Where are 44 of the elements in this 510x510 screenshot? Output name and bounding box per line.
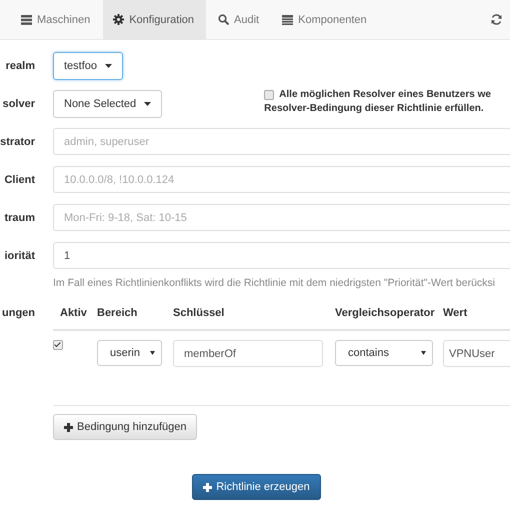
input-field[interactable]: memberOf [173,340,323,367]
input-field[interactable]: VPNUser [443,340,510,367]
field-label: traum [3,211,35,226]
caret-icon [421,351,426,355]
column-header: Aktiv [53,299,97,331]
nav-tab[interactable]: Komponenten [282,0,378,39]
field-label: solver [2,97,35,112]
nav-tab[interactable]: Konfiguration [103,0,206,39]
checkbox[interactable] [264,90,274,100]
server-icon [21,14,32,24]
column-header: Vergleichsoperator [335,299,443,331]
field-label: ungen [1,306,35,321]
plus-icon [64,422,73,432]
add-condition-button[interactable]: Bedingung hinzufügen [53,414,198,440]
column-header: Wert [443,299,510,331]
table-icon [282,14,294,24]
field-label: iorität [3,249,35,264]
refresh-icon[interactable] [491,14,502,25]
dropdown[interactable]: testfoo [53,52,124,80]
input-field[interactable]: admin, superuser [53,128,510,155]
input-field[interactable]: 10.0.0.0/8, !10.0.0.124 [53,166,510,193]
dropdown[interactable]: None Selected [53,90,162,118]
caret-icon [144,102,152,106]
help-text: Im Fall eines Richtlinienkonflikts wird die Richtlinie mit dem niedrigsten "Priorität"-Wert berücksi [53,277,496,289]
search-icon [218,14,230,25]
column-header: Schlüssel [173,299,335,331]
caret-icon [150,351,155,355]
checkbox-label: Resolver-Bedingung dieser Richtlinie erfüllen. [264,103,485,114]
create-policy-button[interactable]: Richtlinie erzeugen [192,474,321,500]
field-label: strator [0,135,35,150]
checkbox[interactable] [53,340,63,350]
nav-tab[interactable]: Maschinen [21,0,102,39]
checkbox-label: Alle möglichen Resolver eines Benutzers we [279,89,491,100]
settings-icon [113,14,124,25]
field-label: realm [4,59,35,74]
input-field[interactable]: Mon-Fri: 9-18, Sat: 10-15 [53,204,510,231]
input-field[interactable]: 1 [53,242,510,269]
column-header: Bereich [97,299,173,331]
caret-icon [105,64,112,68]
field-label: Client [3,173,35,188]
plus-icon [203,482,212,492]
dropdown[interactable]: userin [97,340,162,366]
nav-tab[interactable]: Audit [218,0,270,39]
dropdown[interactable]: contains [335,340,433,366]
